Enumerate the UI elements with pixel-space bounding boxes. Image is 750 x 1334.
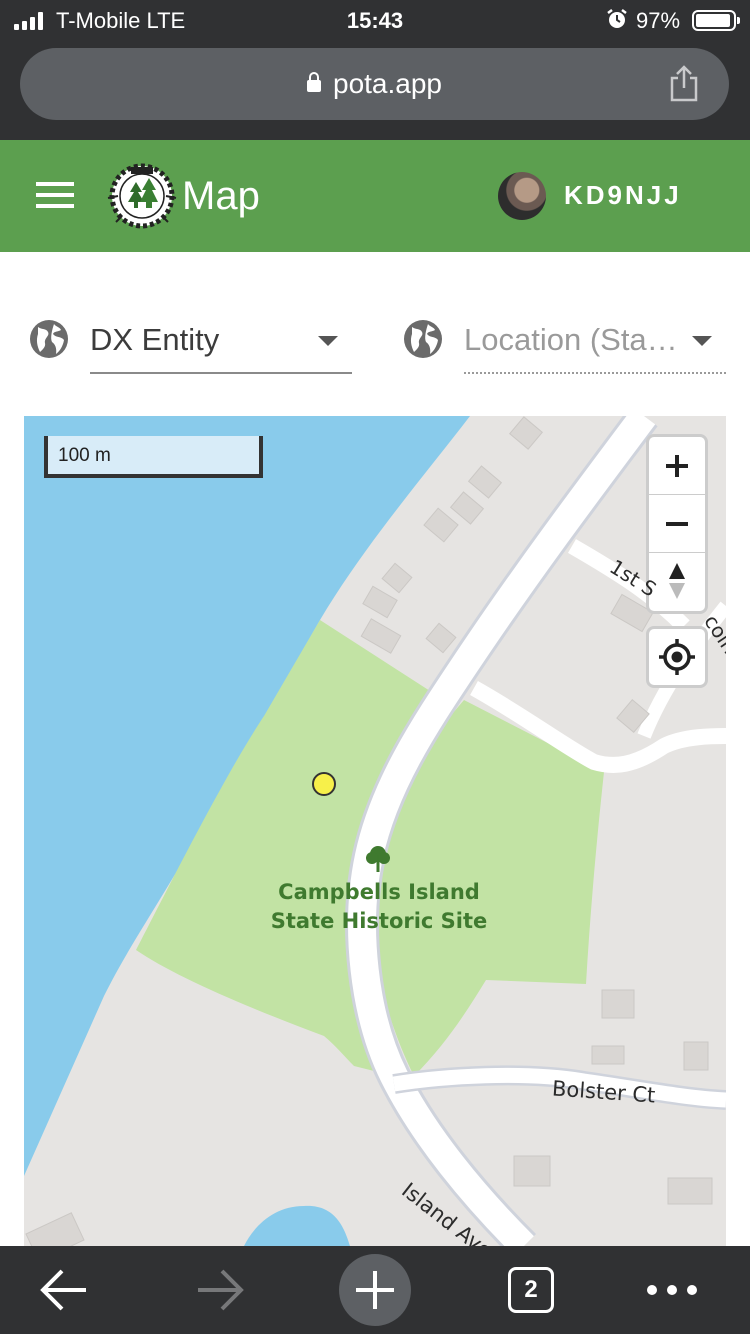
plus-icon <box>666 455 688 477</box>
new-tab-button[interactable] <box>338 1246 412 1334</box>
zoom-in-button[interactable] <box>649 437 705 495</box>
location-placeholder: Location (Sta… <box>464 322 678 357</box>
more-icon[interactable] <box>644 1246 700 1334</box>
browser-chrome: T-Mobile LTE 15:43 97% pota.app <box>0 0 750 140</box>
browser-toolbar: 2 <box>0 1246 750 1334</box>
locate-button[interactable] <box>646 626 708 688</box>
tabs-button[interactable]: 2 <box>508 1246 556 1334</box>
location-select[interactable]: Location (Sta… <box>464 318 726 374</box>
dx-entity-value: DX Entity <box>90 322 220 357</box>
alarm-icon <box>607 9 627 28</box>
tree-icon <box>366 846 390 872</box>
park-marker[interactable] <box>312 772 336 796</box>
location-filter: Location (Sta… <box>402 318 726 374</box>
tab-count: 2 <box>508 1267 554 1313</box>
park-name-label[interactable]: Campbells Island State Historic Site <box>214 878 544 936</box>
minus-icon <box>666 522 688 526</box>
pota-logo-icon <box>107 163 177 229</box>
status-bar: T-Mobile LTE 15:43 97% <box>0 0 750 44</box>
page-title: Map <box>182 174 260 218</box>
globe-icon <box>404 320 442 358</box>
menu-icon[interactable] <box>36 182 74 210</box>
battery-percent: 97% <box>636 8 681 33</box>
share-icon[interactable] <box>668 64 700 102</box>
app-header: Map KD9NJJ <box>0 140 750 252</box>
globe-icon <box>30 320 68 358</box>
battery-icon <box>692 10 740 31</box>
chevron-down-icon <box>692 336 712 346</box>
user-callsign[interactable]: KD9NJJ <box>564 180 682 211</box>
dx-entity-select[interactable]: DX Entity <box>90 318 352 374</box>
map-tiles <box>24 416 726 1246</box>
chevron-down-icon <box>318 336 338 346</box>
map-view[interactable]: 100 m 1st S coln Bolster Ct Island Ave C… <box>24 416 726 1246</box>
zoom-out-button[interactable] <box>649 495 705 553</box>
map-scale: 100 m <box>44 436 263 478</box>
url-text: pota.app <box>333 68 442 99</box>
lock-icon <box>307 72 321 92</box>
back-arrow-icon[interactable] <box>36 1246 92 1334</box>
dx-entity-filter: DX Entity <box>28 318 352 374</box>
address-bar[interactable]: pota.app <box>20 48 729 120</box>
crosshair-icon <box>659 639 695 675</box>
forward-arrow-icon[interactable] <box>192 1246 248 1334</box>
avatar[interactable] <box>498 172 546 220</box>
